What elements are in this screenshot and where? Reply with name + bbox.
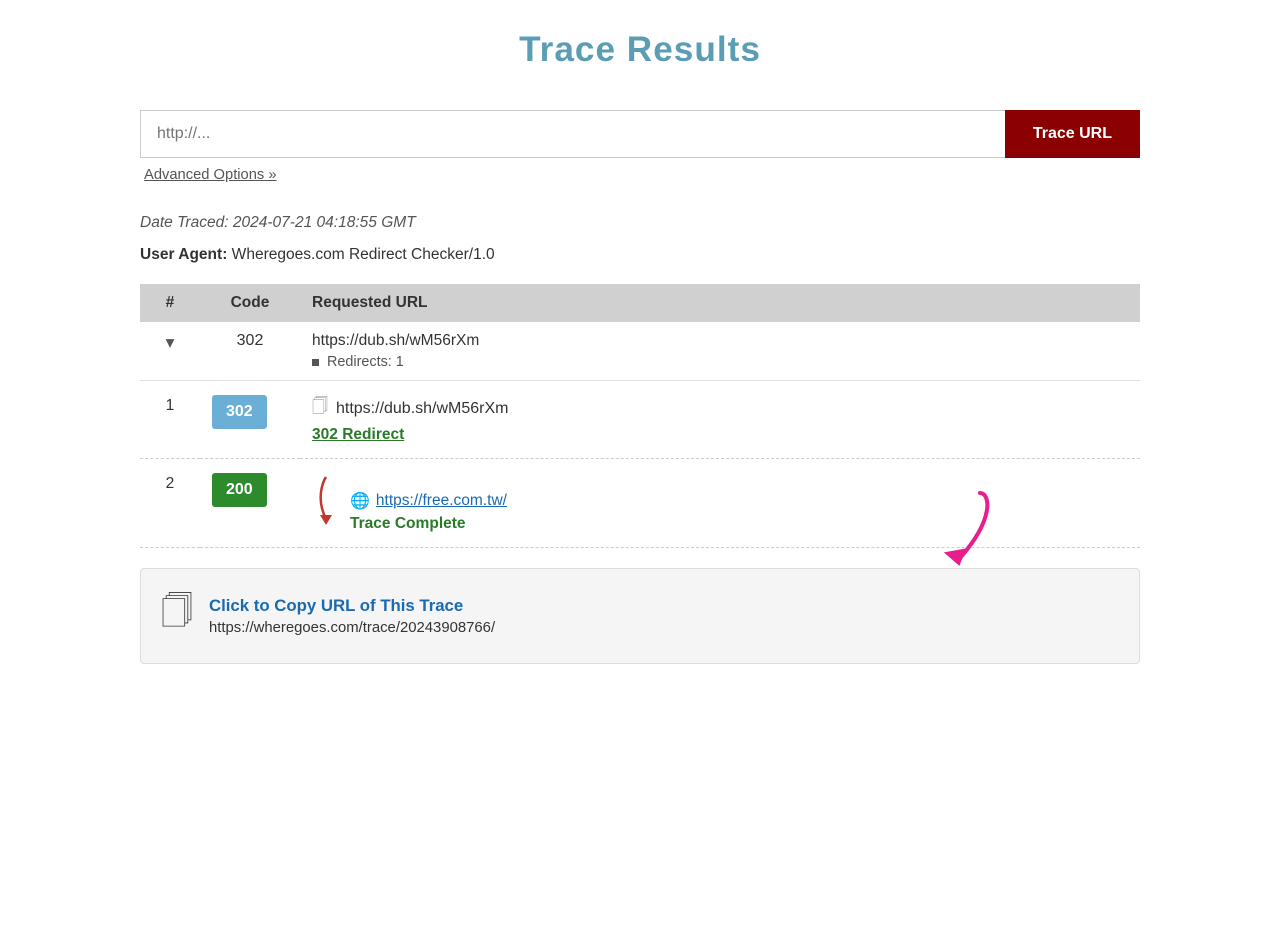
row1-redirect-link[interactable]: 302 Redirect [312, 426, 404, 443]
row1-code-badge: 302 [212, 395, 267, 429]
row1-status: 302 Redirect [312, 426, 1128, 444]
summary-code: 302 [200, 322, 300, 381]
date-traced: Date Traced: 2024-07-21 04:18:55 GMT [140, 214, 1140, 232]
col-header-number: # [140, 284, 200, 322]
copy-text-block: Click to Copy URL of This Trace https://… [209, 596, 1119, 636]
search-bar: Trace URL [140, 110, 1140, 158]
row2-url-block: 🌐 https://free.com.tw/ Trace Complete [350, 491, 507, 533]
row1-code-cell: 302 [200, 381, 300, 459]
row1-number: 1 [140, 381, 200, 459]
copy-section[interactable]: 🗍 Click to Copy URL of This Trace https:… [140, 568, 1140, 664]
user-agent: User Agent: Wheregoes.com Redirect Check… [140, 246, 1140, 264]
row2-code-cell: 200 [200, 459, 300, 548]
pink-arrow-decoration [900, 488, 1000, 578]
table-header-row: # Code Requested URL [140, 284, 1140, 322]
col-header-code: Code [200, 284, 300, 322]
globe-icon: 🌐 [350, 491, 370, 511]
advanced-options-link[interactable]: Advanced Options » [144, 167, 277, 183]
summary-url-cell: https://dub.sh/wM56rXm Redirects: 1 [300, 322, 1140, 381]
copy-section-title[interactable]: Click to Copy URL of This Trace [209, 596, 1119, 616]
advanced-options-section: Advanced Options » [140, 166, 1140, 184]
copy-icon-large: 🗍 [161, 589, 193, 643]
trace-url-button[interactable]: Trace URL [1005, 110, 1140, 158]
row2-arrow-container: 🌐 https://free.com.tw/ Trace Complete [312, 473, 1128, 533]
col-header-url: Requested URL [300, 284, 1140, 322]
row1-copy-icon[interactable]: 🗍 [312, 395, 328, 422]
row2-number: 2 [140, 459, 200, 548]
detail-row-1: 1 302 🗍 https://dub.sh/wM56rXm 302 Redir… [140, 381, 1140, 459]
copy-section-wrapper: 🗍 Click to Copy URL of This Trace https:… [140, 568, 1140, 664]
curved-arrow-icon [312, 475, 340, 525]
summary-row: ▾ 302 https://dub.sh/wM56rXm Redirects: … [140, 322, 1140, 381]
row1-url: https://dub.sh/wM56rXm [336, 400, 509, 418]
url-input[interactable] [140, 110, 1005, 158]
summary-redirects: Redirects: 1 [312, 354, 1128, 370]
row2-code-badge: 200 [212, 473, 267, 507]
row2-url-link[interactable]: https://free.com.tw/ [376, 492, 507, 510]
summary-chevron: ▾ [140, 322, 200, 381]
results-container: Date Traced: 2024-07-21 04:18:55 GMT Use… [140, 214, 1140, 664]
copy-section-url: https://wheregoes.com/trace/20243908766/ [209, 620, 1119, 636]
row2-url-cell: 🌐 https://free.com.tw/ Trace Complete [300, 459, 1140, 548]
summary-url: https://dub.sh/wM56rXm [312, 332, 1128, 350]
row1-url-cell: 🗍 https://dub.sh/wM56rXm 302 Redirect [300, 381, 1140, 459]
row2-status: Trace Complete [350, 515, 466, 532]
bullet-icon [312, 359, 319, 366]
row1-url-with-icon: 🗍 https://dub.sh/wM56rXm [312, 395, 1128, 422]
page-title: Trace Results [20, 30, 1260, 70]
